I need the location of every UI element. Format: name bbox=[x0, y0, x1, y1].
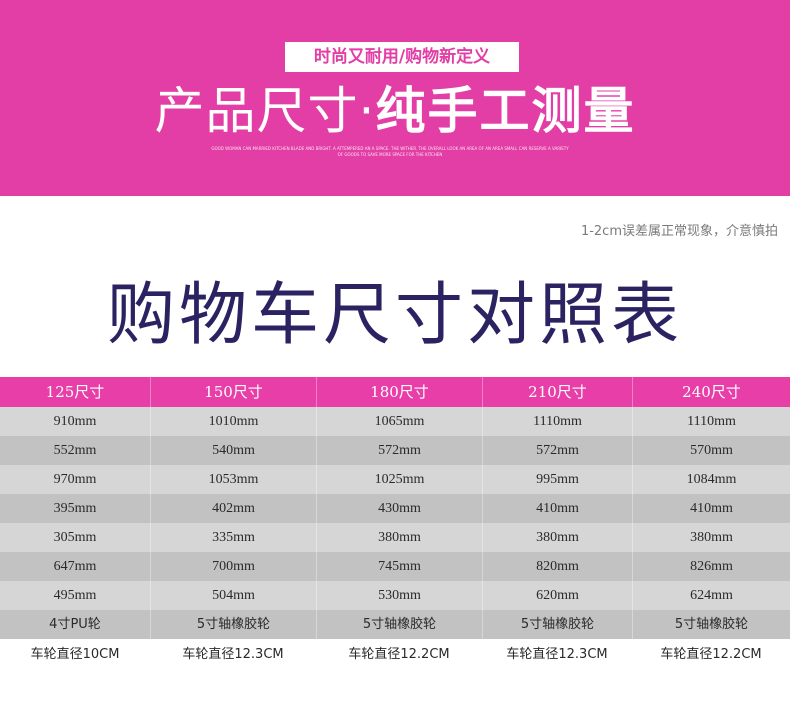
table-cell: 910mm bbox=[53, 414, 97, 429]
table-cell: 570mm bbox=[632, 436, 790, 465]
table-cell: 620mm bbox=[482, 581, 632, 610]
table-cell: 970mm bbox=[53, 472, 97, 487]
table-row: 970mm 1053mm 1025mm 995mm 1084mm bbox=[0, 465, 790, 494]
table-cell: 1010mm bbox=[150, 407, 316, 436]
table-cell: 540mm bbox=[150, 436, 316, 465]
top-banner: 时尚又耐用/购物新定义 产品尺寸·纯手工测量 GOOD WOMAN CAN MA… bbox=[0, 0, 790, 196]
table-cell: 车轮直径12.2CM bbox=[348, 647, 450, 662]
table-cell: 车轮直径10CM bbox=[30, 647, 120, 662]
header-cell: 150尺寸 bbox=[150, 377, 316, 407]
table-cell: 305mm bbox=[53, 530, 97, 545]
table-cell: 624mm bbox=[632, 581, 790, 610]
table-cell: 5寸轴橡胶轮 bbox=[482, 610, 632, 639]
table-cell: 430mm bbox=[316, 494, 482, 523]
table-cell: 380mm bbox=[316, 523, 482, 552]
table-cell: 4寸PU轮 bbox=[49, 617, 101, 632]
header-cell: 125尺寸 bbox=[45, 383, 105, 401]
table-cell: 5寸轴橡胶轮 bbox=[316, 610, 482, 639]
table-cell: 1084mm bbox=[632, 465, 790, 494]
table-cell: 995mm bbox=[482, 465, 632, 494]
table-cell: 380mm bbox=[482, 523, 632, 552]
table-cell: 552mm bbox=[53, 443, 97, 458]
header-cell: 180尺寸 bbox=[316, 377, 482, 407]
table-cell: 车轮直径12.3CM bbox=[506, 647, 608, 662]
table-cell: 530mm bbox=[316, 581, 482, 610]
table-cell: 572mm bbox=[482, 436, 632, 465]
table-cell: 5寸轴橡胶轮 bbox=[632, 610, 790, 639]
banner-title-bold: 纯手工测量 bbox=[375, 82, 636, 140]
banner-title: 产品尺寸·纯手工测量 bbox=[0, 78, 790, 144]
table-cell: 826mm bbox=[632, 552, 790, 581]
table-cell: 572mm bbox=[316, 436, 482, 465]
page-title: 购物车尺寸对照表 bbox=[106, 276, 683, 355]
table-cell: 410mm bbox=[632, 494, 790, 523]
table-cell: 700mm bbox=[150, 552, 316, 581]
header-cell: 240尺寸 bbox=[632, 377, 790, 407]
table-cell: 820mm bbox=[482, 552, 632, 581]
tolerance-note: 1-2cm误差属正常现象，介意慎拍 bbox=[580, 224, 778, 239]
table-cell: 车轮直径12.2CM bbox=[660, 647, 762, 662]
header-cell: 210尺寸 bbox=[482, 377, 632, 407]
table-cell: 5寸轴橡胶轮 bbox=[150, 610, 316, 639]
table-row: 305mm 335mm 380mm 380mm 380mm bbox=[0, 523, 790, 552]
size-table: 125尺寸 150尺寸 180尺寸 210尺寸 240尺寸 910mm 1010m… bbox=[0, 377, 790, 671]
table-cell: 1110mm bbox=[632, 407, 790, 436]
table-header-row: 125尺寸 150尺寸 180尺寸 210尺寸 240尺寸 bbox=[0, 377, 790, 407]
table-cell: 745mm bbox=[316, 552, 482, 581]
table-cell: 504mm bbox=[150, 581, 316, 610]
table-row: 495mm 504mm 530mm 620mm 624mm bbox=[0, 581, 790, 610]
table-cell: 1065mm bbox=[316, 407, 482, 436]
table-row: 552mm 540mm 572mm 572mm 570mm bbox=[0, 436, 790, 465]
table-cell: 402mm bbox=[150, 494, 316, 523]
table-row: 4寸PU轮 5寸轴橡胶轮 5寸轴橡胶轮 5寸轴橡胶轮 5寸轴橡胶轮 bbox=[0, 610, 790, 639]
table-cell: 647mm bbox=[53, 559, 97, 574]
table-cell: 395mm bbox=[53, 501, 97, 516]
table-cell: 1053mm bbox=[150, 465, 316, 494]
table-row: 车轮直径10CM 车轮直径12.3CM 车轮直径12.2CM 车轮直径12.3CM 车轮… bbox=[0, 639, 790, 671]
table-cell: 410mm bbox=[482, 494, 632, 523]
table-row: 910mm 1010mm 1065mm 1110mm 1110mm bbox=[0, 407, 790, 436]
table-row: 395mm 402mm 430mm 410mm 410mm bbox=[0, 494, 790, 523]
table-cell: 335mm bbox=[150, 523, 316, 552]
banner-title-normal: 产品尺寸· bbox=[154, 82, 376, 140]
table-row: 647mm 700mm 745mm 820mm 826mm bbox=[0, 552, 790, 581]
table-cell: 1025mm bbox=[316, 465, 482, 494]
table-cell: 380mm bbox=[632, 523, 790, 552]
table-cell: 车轮直径12.3CM bbox=[182, 647, 284, 662]
table-cell: 1110mm bbox=[482, 407, 632, 436]
table-cell: 495mm bbox=[53, 588, 97, 603]
banner-tagline: 时尚又耐用/购物新定义 bbox=[285, 42, 519, 72]
banner-fine-print: GOOD WOMAN CAN MARRIED KITCHEN BLADE AND… bbox=[211, 146, 569, 157]
